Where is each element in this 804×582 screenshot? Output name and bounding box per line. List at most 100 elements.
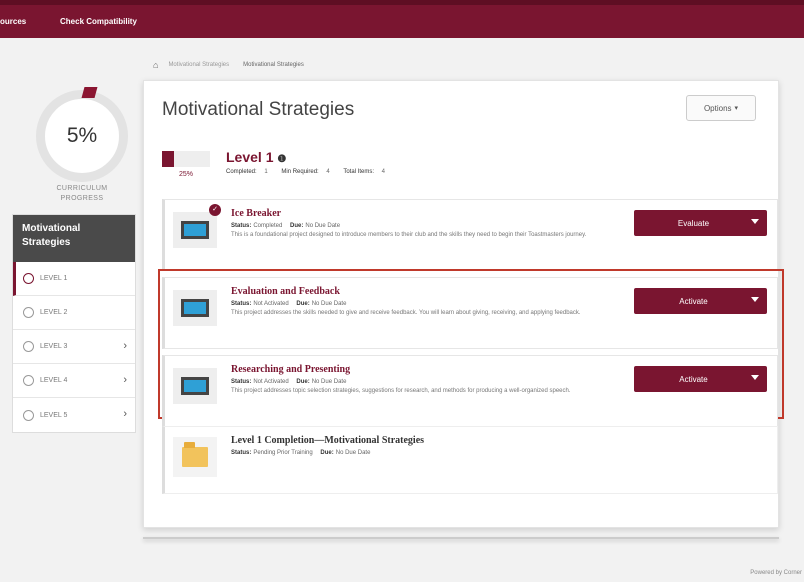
project-title[interactable]: Ice Breaker xyxy=(231,208,281,219)
project-row-evaluation-and-feedback[interactable]: Evaluation and Feedback Status: Not Activ… xyxy=(162,277,778,349)
project-title[interactable]: Researching and Presenting xyxy=(231,364,350,375)
caret-down-icon[interactable] xyxy=(751,375,759,380)
due-value: No Due Date xyxy=(311,379,347,385)
status-value: Not Activated xyxy=(253,379,289,385)
options-label: Options xyxy=(703,103,732,113)
total-items-stat: Total Items: 4 xyxy=(343,169,391,175)
sidebar-item-level-1[interactable]: LEVEL 1 xyxy=(13,262,135,296)
level-progress-percent: 25% xyxy=(178,171,193,178)
sidebar-item-level-5[interactable]: LEVEL 5 › xyxy=(13,398,135,432)
due-value: No Due Date xyxy=(311,301,347,307)
min-required-stat: Min Required: 4 xyxy=(281,169,335,175)
caret-down-icon[interactable] xyxy=(751,219,759,224)
due-value: No Due Date xyxy=(335,450,371,456)
chevron-right-icon: › xyxy=(123,374,127,386)
project-icon-box xyxy=(173,290,217,326)
breadcrumb-current: Motivational Strategies xyxy=(243,62,304,68)
options-button[interactable]: Options ▾ xyxy=(686,95,756,121)
sidebar-item-level-2[interactable]: LEVEL 2 xyxy=(13,296,135,330)
monitor-icon xyxy=(181,221,209,239)
due-label: Due: xyxy=(296,301,310,307)
top-nav-bar: ources Check Compatibility xyxy=(0,0,804,38)
project-icon-box xyxy=(173,368,217,404)
action-label: Activate xyxy=(679,296,708,306)
project-row-ice-breaker[interactable]: ✓ Ice Breaker Status: Completed Due: No Du… xyxy=(162,199,778,271)
chevron-right-icon: › xyxy=(123,408,127,420)
completed-stat: Completed: 1 xyxy=(226,169,274,175)
level-status-circle-icon xyxy=(23,341,34,352)
level-stats: Completed: 1 Min Required: 4 Total Items… xyxy=(226,169,397,175)
activate-button[interactable]: Activate xyxy=(634,288,767,314)
status-label: Status: xyxy=(231,379,252,385)
min-required-label: Min Required: xyxy=(281,169,319,175)
curriculum-progress-label: CURRICULUM PROGRESS xyxy=(30,184,134,204)
folder-icon xyxy=(182,442,208,467)
sidebar-item-label: LEVEL 5 xyxy=(40,411,68,419)
sidebar-item-label: LEVEL 2 xyxy=(40,309,68,316)
curriculum-label-line1: CURRICULUM xyxy=(56,185,108,192)
page-title: Motivational Strategies xyxy=(162,99,355,120)
status-value: Not Activated xyxy=(253,301,289,307)
due-label: Due: xyxy=(296,379,310,385)
top-nav-strip xyxy=(0,0,804,5)
project-icon-box xyxy=(173,212,217,248)
status-label: Status: xyxy=(231,223,252,229)
level-title: Level 1 ❶ xyxy=(226,149,286,165)
info-icon[interactable]: ❶ xyxy=(277,154,286,165)
project-meta: Status: Completed Due: No Due Date xyxy=(231,223,340,229)
level-progress-fill xyxy=(162,151,174,167)
chevron-right-icon: › xyxy=(123,340,127,352)
level-completion-row[interactable]: Level 1 Completion—Motivational Strategi… xyxy=(162,426,778,494)
level-title-text: Level 1 xyxy=(226,149,274,165)
breadcrumb-link[interactable]: Motivational Strategies xyxy=(168,62,229,68)
powered-by-footer: Powered by Corner xyxy=(750,570,802,576)
curriculum-progress-percent: 5% xyxy=(66,124,98,147)
level-status-circle-icon xyxy=(23,273,34,284)
nav-link-check-compatibility[interactable]: Check Compatibility xyxy=(60,17,137,26)
completion-title[interactable]: Level 1 Completion—Motivational Strategi… xyxy=(231,435,424,446)
project-title[interactable]: Evaluation and Feedback xyxy=(231,286,340,297)
activate-button[interactable]: Activate xyxy=(634,366,767,392)
min-required-value: 4 xyxy=(326,169,330,175)
caret-down-icon: ▾ xyxy=(734,105,739,112)
level-side-nav: Motivational Strategies LEVEL 1 LEVEL 2 … xyxy=(12,214,136,433)
sidebar-item-label: LEVEL 1 xyxy=(40,275,68,282)
status-label: Status: xyxy=(231,450,252,456)
level-status-circle-icon xyxy=(23,307,34,318)
home-icon[interactable]: ⌂ xyxy=(153,60,158,70)
completed-label: Completed: xyxy=(226,169,257,175)
action-label: Activate xyxy=(679,374,708,384)
project-row-researching-and-presenting[interactable]: Researching and Presenting Status: Not Ac… xyxy=(162,355,778,427)
due-value: No Due Date xyxy=(305,223,341,229)
total-items-value: 4 xyxy=(381,169,386,175)
level-status-circle-icon xyxy=(23,375,34,386)
completion-meta: Status: Pending Prior Training Due: No Due… xyxy=(231,450,370,456)
project-description: This project addresses topic selection s… xyxy=(231,388,571,394)
evaluate-button[interactable]: Evaluate xyxy=(634,210,767,236)
side-nav-header: Motivational Strategies xyxy=(13,215,135,262)
completed-check-icon: ✓ xyxy=(209,204,221,216)
nav-link-resources[interactable]: ources xyxy=(0,17,26,26)
due-label: Due: xyxy=(320,450,334,456)
monitor-icon xyxy=(181,377,209,395)
caret-down-icon[interactable] xyxy=(751,297,759,302)
status-value: Pending Prior Training xyxy=(253,450,313,456)
level-status-circle-icon xyxy=(23,409,34,421)
main-content-card: Motivational Strategies Options ▾ 25% Le… xyxy=(143,80,784,528)
sidebar-item-level-4[interactable]: LEVEL 4 › xyxy=(13,364,135,398)
status-label: Status: xyxy=(231,301,252,307)
total-items-label: Total Items: xyxy=(343,169,374,175)
sidebar-item-label: LEVEL 4 xyxy=(40,377,68,384)
due-label: Due: xyxy=(290,223,304,229)
project-meta: Status: Not Activated Due: No Due Date xyxy=(231,379,346,385)
completed-value: 1 xyxy=(264,169,268,175)
sidebar-item-level-3[interactable]: LEVEL 3 › xyxy=(13,330,135,364)
breadcrumb: ⌂ Motivational Strategies Motivational S… xyxy=(143,54,779,76)
sidebar-item-label: LEVEL 3 xyxy=(40,343,68,350)
project-meta: Status: Not Activated Due: No Due Date xyxy=(231,301,346,307)
status-value: Completed xyxy=(253,223,283,229)
card-bottom-shadow xyxy=(143,537,779,539)
curriculum-label-line2: PROGRESS xyxy=(60,194,104,202)
project-description: This project addresses the skills needed… xyxy=(231,310,581,316)
folder-icon-box xyxy=(173,437,217,477)
